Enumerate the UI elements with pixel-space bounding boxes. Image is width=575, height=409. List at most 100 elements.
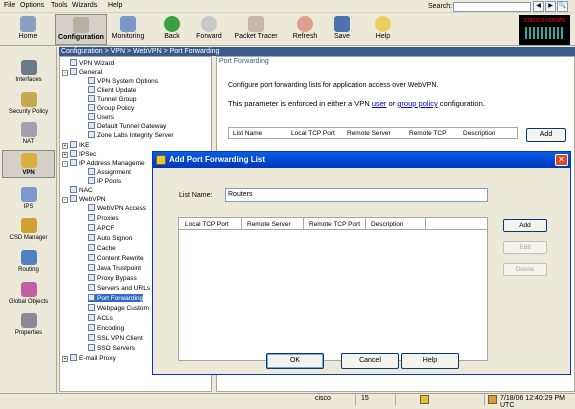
nav-label: Interfaces — [15, 77, 42, 83]
column-header[interactable]: Remote Server — [347, 130, 391, 137]
nav-global-objects[interactable]: Global Objects — [2, 282, 55, 305]
back-button[interactable]: Back — [158, 14, 186, 45]
tree-item-webvpn-access[interactable]: WebVPN Access — [88, 204, 146, 212]
tree-item-servers-urls[interactable]: Servers and URLs — [88, 284, 150, 292]
nav-routing[interactable]: Routing — [2, 250, 55, 273]
column-header[interactable]: Local TCP Port — [185, 221, 229, 228]
tree-item-tunnel-group[interactable]: Tunnel Group — [88, 95, 137, 103]
column-separator[interactable] — [241, 218, 242, 230]
tree-item-group-policy[interactable]: Group Policy — [88, 104, 134, 112]
tree-item-zone-labs[interactable]: Zone Labs Integrity Server — [88, 131, 174, 139]
dialog-add-button[interactable]: Add — [503, 219, 547, 232]
tree-item-apcf[interactable]: APCF — [88, 224, 114, 232]
tree-item-content-rewrite[interactable]: Content Rewrite — [88, 254, 144, 262]
configuration-button[interactable]: Configuration — [55, 14, 107, 45]
column-header[interactable]: Local TCP Port — [291, 130, 335, 137]
nav-ips[interactable]: IPS — [2, 187, 55, 210]
search-back-icon[interactable]: ◀ — [533, 1, 544, 12]
list-name-input[interactable]: Routers — [225, 188, 488, 202]
tree-item-ip-pools[interactable]: IP Pools — [88, 177, 121, 185]
tree-item-vpn-system-options[interactable]: VPN System Options — [88, 77, 158, 85]
collapse-icon[interactable]: - — [62, 70, 68, 76]
nat-icon — [20, 122, 37, 137]
menu-tools[interactable]: Tools — [51, 2, 67, 9]
dialog-titlebar[interactable]: Add Port Forwarding List — [153, 152, 570, 168]
monitoring-button[interactable]: Monitoring — [110, 14, 146, 45]
column-header[interactable]: Remote TCP Port — [309, 221, 360, 228]
status-clock-icon — [488, 395, 497, 404]
tree-item-proxies[interactable]: Proxies — [88, 214, 119, 222]
collapse-icon[interactable]: - — [62, 197, 68, 203]
column-header[interactable]: Remote Server — [247, 221, 291, 228]
tree-item-cache[interactable]: Cache — [88, 244, 116, 252]
group-policy-link[interactable]: group policy — [397, 99, 437, 108]
tree-item-client-update[interactable]: Client Update — [88, 86, 136, 94]
close-icon[interactable]: ✕ — [555, 154, 568, 166]
expand-icon[interactable]: + — [62, 152, 68, 158]
forward-button[interactable]: Forward — [193, 14, 225, 45]
search-forward-icon[interactable]: ▶ — [545, 1, 556, 12]
expand-icon[interactable]: + — [62, 143, 68, 149]
home-button[interactable]: Home — [10, 14, 46, 45]
dialog-delete-button[interactable]: Delete — [503, 263, 547, 276]
tree-item-assignment[interactable]: Assignment — [88, 168, 131, 176]
expand-icon[interactable]: + — [62, 356, 68, 362]
nav-interfaces[interactable]: Interfaces — [2, 60, 55, 83]
column-header[interactable]: Description — [463, 130, 496, 137]
tree-item-users[interactable]: Users — [88, 113, 114, 121]
nav-nat[interactable]: NAT — [2, 122, 55, 145]
column-header[interactable]: List Name — [233, 130, 262, 137]
tree-item-ip-address-management[interactable]: - IP Address Manageme — [62, 159, 145, 167]
column-header[interactable]: Remote TCP — [409, 130, 446, 137]
nav-properties[interactable]: Properties — [2, 313, 55, 336]
menu-help[interactable]: Help — [108, 2, 122, 9]
tree-item-ipsec[interactable]: + IPSec — [62, 150, 96, 158]
tree-item-encoding[interactable]: Encoding — [88, 324, 124, 332]
column-separator[interactable] — [303, 218, 304, 230]
help-button[interactable]: Help — [372, 14, 394, 45]
tree-item-acls[interactable]: ACLs — [88, 314, 113, 322]
tree-label: Cache — [97, 245, 116, 252]
ok-button[interactable]: OK — [266, 353, 324, 369]
tree-item-vpn-wizard[interactable]: VPN Wizard — [70, 59, 114, 67]
tree-item-proxy-bypass[interactable]: Proxy Bypass — [88, 274, 137, 282]
server-icon — [88, 131, 95, 138]
search-input[interactable] — [453, 2, 531, 12]
menu-wizards[interactable]: Wizards — [72, 2, 97, 9]
page-icon — [88, 95, 95, 102]
column-separator[interactable] — [365, 218, 366, 230]
find-icon[interactable]: 🔍 — [557, 1, 568, 12]
user-link[interactable]: user — [372, 99, 387, 108]
tree-item-email-proxy[interactable]: + E-mail Proxy — [62, 354, 116, 362]
tree-item-default-tunnel-gateway[interactable]: Default Tunnel Gateway — [88, 122, 166, 130]
cancel-button[interactable]: Cancel — [341, 353, 399, 369]
tree-item-port-forwarding[interactable]: Port Forwarding — [88, 294, 144, 302]
tree-item-nac[interactable]: NAC — [70, 186, 93, 194]
nav-security-policy[interactable]: Security Policy — [2, 92, 55, 115]
add-button[interactable]: Add — [526, 128, 566, 142]
menu-options[interactable]: Options — [20, 2, 44, 9]
tree-item-sso-servers[interactable]: SSO Servers — [88, 344, 135, 352]
column-header[interactable]: Description — [371, 221, 404, 228]
column-separator[interactable] — [425, 218, 426, 230]
tree-item-java-trustpoint[interactable]: Java Trustpoint — [88, 264, 141, 272]
tree-item-ike[interactable]: + IKE — [62, 141, 89, 149]
tree-item-auto-signon[interactable]: Auto Signon — [88, 234, 132, 242]
refresh-button[interactable]: Refresh — [290, 14, 320, 45]
tree-label: Encoding — [97, 325, 125, 332]
menu-file[interactable]: File — [4, 2, 15, 9]
tree-item-general[interactable]: - General — [62, 68, 102, 76]
nav-csd-manager[interactable]: CSD Manager — [2, 218, 55, 241]
tree-item-ssl-vpn-client[interactable]: SSL VPN Client — [88, 334, 143, 342]
nav-vpn[interactable]: VPN — [2, 150, 55, 178]
packet-tracer-button[interactable]: Packet Tracer — [233, 14, 279, 45]
dialog-help-button[interactable]: Help — [401, 353, 459, 369]
dialog-edit-button[interactable]: Edit — [503, 241, 547, 254]
tree-label: E-mail Proxy — [79, 355, 116, 362]
page-icon — [88, 86, 95, 93]
vpn-lock-icon — [20, 153, 37, 168]
collapse-icon[interactable]: - — [62, 161, 68, 167]
tree-item-webvpn[interactable]: - WebVPN — [62, 195, 106, 203]
tree-item-webpage-custom[interactable]: Webpage Custom — [88, 304, 149, 312]
save-button[interactable]: Save — [331, 14, 353, 45]
